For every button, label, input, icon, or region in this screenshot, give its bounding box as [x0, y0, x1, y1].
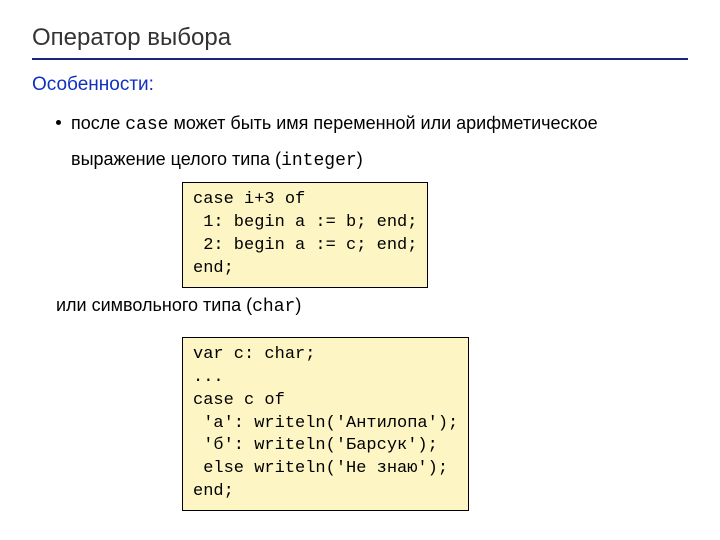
- bullet-item: после case может быть имя переменной или…: [56, 106, 688, 178]
- code-block-integer: case i+3 of 1: begin a := b; end; 2: beg…: [182, 182, 428, 288]
- bullet-text: после case может быть имя переменной или…: [71, 106, 688, 178]
- bullet-dot-icon: [56, 120, 61, 125]
- type-char: char: [252, 297, 295, 317]
- keyword-case: case: [125, 115, 168, 135]
- char-line: или символьного типа (char): [56, 290, 688, 323]
- bullet-pre: после: [71, 113, 125, 133]
- char-pre: или символьного типа (: [56, 295, 252, 315]
- bullet-list: после case может быть имя переменной или…: [32, 106, 688, 178]
- char-close: ): [295, 295, 301, 315]
- type-integer: integer: [281, 151, 357, 171]
- page-title: Оператор выбора: [32, 24, 688, 60]
- section-subtitle: Особенности:: [32, 74, 688, 96]
- code-block-char: var c: char; ... case c of 'а': writeln(…: [182, 337, 469, 512]
- bullet-close: ): [357, 149, 363, 169]
